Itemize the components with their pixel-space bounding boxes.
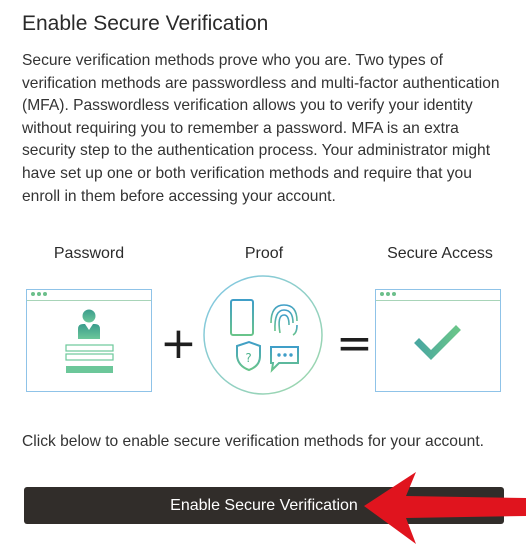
- password-window-illustration: [26, 289, 152, 392]
- page-title: Enable Secure Verification: [22, 12, 269, 35]
- user-login-form-icon: [65, 309, 114, 373]
- secure-access-label: Secure Access: [387, 245, 493, 262]
- plus-symbol: +: [160, 318, 197, 369]
- password-label: Password: [53, 245, 125, 262]
- proof-methods-illustration: ?: [203, 275, 323, 395]
- secure-access-window-illustration: [375, 289, 501, 392]
- equals-symbol: =: [336, 318, 373, 369]
- user-icon: [78, 309, 100, 339]
- checkmark-icon: [414, 325, 461, 360]
- red-arrow-icon: [364, 472, 526, 544]
- svg-text:?: ?: [245, 351, 251, 365]
- instruction-text: Click below to enable secure verificatio…: [22, 433, 484, 450]
- description-text: Secure verification methods prove who yo…: [22, 52, 500, 205]
- proof-label: Proof: [244, 245, 284, 262]
